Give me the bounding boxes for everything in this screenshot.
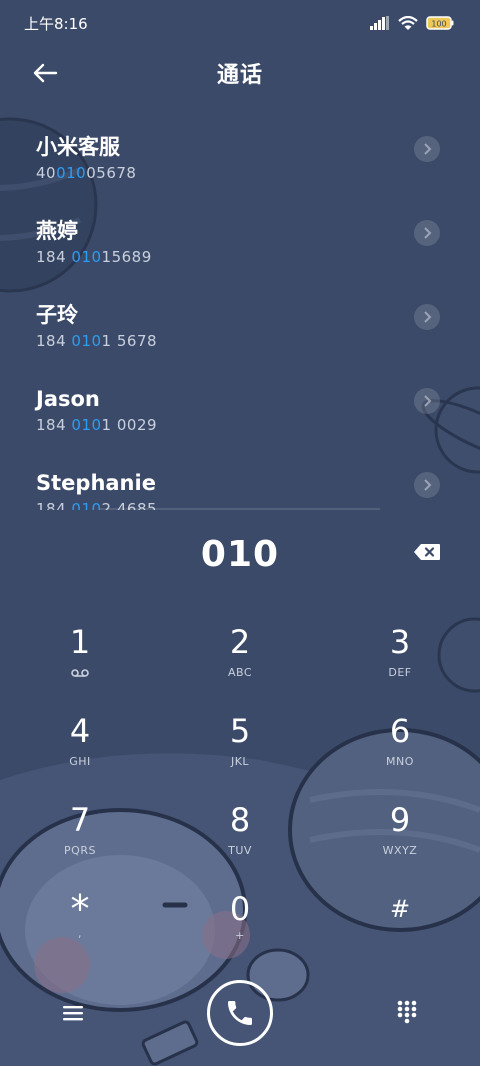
backspace-icon <box>414 544 440 560</box>
contact-name: Jason <box>36 387 100 411</box>
backspace-button[interactable] <box>412 540 442 564</box>
status-bar: 上午8:16 100 <box>0 0 480 46</box>
chevron-right-icon <box>424 143 432 155</box>
keypad-toggle-button[interactable] <box>392 996 422 1028</box>
contact-detail-button[interactable] <box>414 388 440 414</box>
key-5[interactable]: 5 JKL <box>160 699 320 788</box>
back-arrow-icon <box>33 63 58 83</box>
key-2[interactable]: 2 ABC <box>160 610 320 699</box>
status-time: 上午8:16 <box>24 14 88 33</box>
wifi-icon <box>398 15 418 30</box>
menu-button[interactable] <box>58 998 88 1028</box>
contact-detail-button[interactable] <box>414 136 440 162</box>
key-7[interactable]: 7 PQRS <box>0 788 160 877</box>
key-6[interactable]: 6 MNO <box>320 699 480 788</box>
dialed-number: 010 <box>200 533 280 575</box>
phone-icon <box>228 1001 252 1025</box>
bottom-bar <box>0 978 480 1048</box>
contact-item[interactable]: Stephanie 184 0102 4685 <box>0 454 480 510</box>
key-0[interactable]: 0 + <box>160 877 320 966</box>
contact-number: 184 0101 0029 <box>36 416 158 434</box>
contact-item[interactable]: 小米客服 4001005678 <box>0 118 480 202</box>
battery-icon: 100 <box>426 16 454 30</box>
contact-name: 子玲 <box>36 303 78 327</box>
key-3[interactable]: 3 DEF <box>320 610 480 699</box>
dial-entry: 010 <box>0 526 480 582</box>
chevron-right-icon <box>424 227 432 239</box>
dial-keypad: 1 2 ABC 3 DEF 4 GHI 5 JKL 6 MNO 7 PQRS 8… <box>0 610 480 966</box>
back-button[interactable] <box>28 58 62 88</box>
contact-detail-button[interactable] <box>414 220 440 246</box>
voicemail-icon <box>71 669 89 677</box>
contact-item[interactable]: 燕婷 184 01015689 <box>0 202 480 286</box>
key-hash[interactable]: # <box>320 877 480 966</box>
keypad-icon <box>397 1000 417 1024</box>
key-1[interactable]: 1 <box>0 610 160 699</box>
call-button[interactable] <box>207 980 273 1046</box>
contact-detail-button[interactable] <box>414 304 440 330</box>
contact-detail-button[interactable] <box>414 472 440 498</box>
contact-item[interactable]: Jason 184 0101 0029 <box>0 370 480 454</box>
page-title: 通话 <box>216 63 263 88</box>
contact-name: 燕婷 <box>36 219 78 243</box>
contact-number: 184 0101 5678 <box>36 332 158 350</box>
header: 通话 <box>0 46 480 100</box>
menu-icon <box>63 1006 83 1021</box>
key-8[interactable]: 8 TUV <box>160 788 320 877</box>
key-star[interactable]: * , <box>0 877 160 966</box>
key-9[interactable]: 9 WXYZ <box>320 788 480 877</box>
chevron-right-icon <box>424 479 432 491</box>
list-divider <box>100 508 380 510</box>
key-4[interactable]: 4 GHI <box>0 699 160 788</box>
contact-name: Stephanie <box>36 471 156 495</box>
signal-icon <box>370 16 389 30</box>
contact-number: 4001005678 <box>36 164 137 182</box>
chevron-right-icon <box>424 395 432 407</box>
contact-name: 小米客服 <box>36 135 120 159</box>
contact-list: 小米客服 4001005678 燕婷 184 01015689 子玲 184 0… <box>0 118 480 510</box>
chevron-right-icon <box>424 311 432 323</box>
contact-item[interactable]: 子玲 184 0101 5678 <box>0 286 480 370</box>
status-icons: 100 <box>370 15 454 31</box>
contact-number: 184 01015689 <box>36 248 152 266</box>
battery-level: 100 <box>431 20 446 29</box>
